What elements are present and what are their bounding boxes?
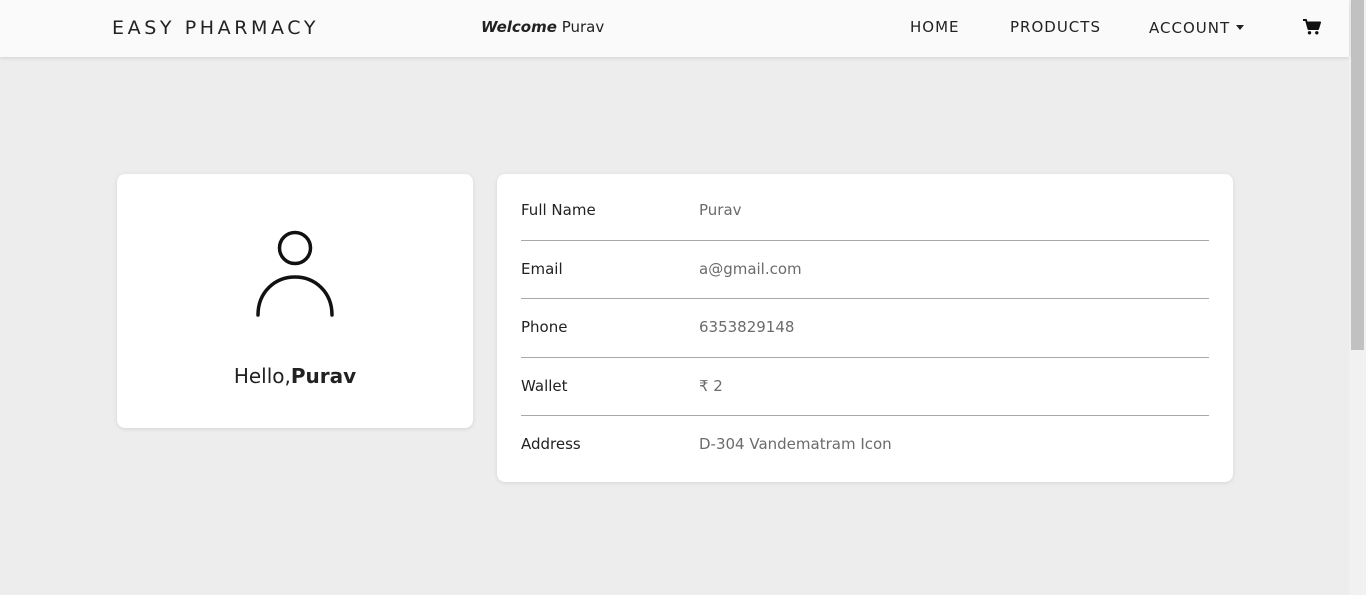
detail-label: Phone	[521, 318, 568, 336]
detail-value: D-304 Vandematram Icon	[699, 435, 892, 453]
cart-icon[interactable]	[1303, 19, 1321, 35]
detail-value: Purav	[699, 201, 742, 219]
detail-label: Address	[521, 435, 581, 453]
detail-value: a@gmail.com	[699, 260, 802, 278]
scrollbar-thumb[interactable]	[1351, 0, 1364, 350]
hello-prefix: Hello,	[233, 364, 291, 388]
detail-value: 6353829148	[699, 318, 795, 336]
detail-label: Full Name	[521, 201, 596, 219]
nav-products-link[interactable]: PRODUCTS	[1010, 18, 1101, 36]
detail-label: Wallet	[521, 377, 568, 395]
row-divider	[521, 240, 1209, 241]
nav-account-label: ACCOUNT	[1149, 19, 1231, 37]
nav-account-dropdown[interactable]: ACCOUNT	[1149, 19, 1245, 37]
hello-greeting: Hello,Purav	[117, 364, 473, 388]
welcome-label: Welcome	[481, 18, 557, 36]
detail-label: Email	[521, 260, 563, 278]
page: EASY PHARMACY Welcome Purav HOME PRODUCT…	[0, 0, 1366, 595]
user-icon	[256, 230, 334, 317]
nav-home-link[interactable]: HOME	[910, 18, 960, 36]
detail-value: ₹ 2	[699, 377, 723, 395]
welcome-message: Welcome Purav	[481, 18, 604, 36]
row-divider	[521, 415, 1209, 416]
row-divider	[521, 357, 1209, 358]
navbar: EASY PHARMACY Welcome Purav HOME PRODUCT…	[0, 0, 1349, 57]
welcome-username: Purav	[561, 18, 605, 36]
row-divider	[521, 298, 1209, 299]
brand-logo[interactable]: EASY PHARMACY	[112, 17, 319, 39]
caret-down-icon	[1236, 25, 1245, 30]
hello-username: Purav	[290, 364, 357, 388]
